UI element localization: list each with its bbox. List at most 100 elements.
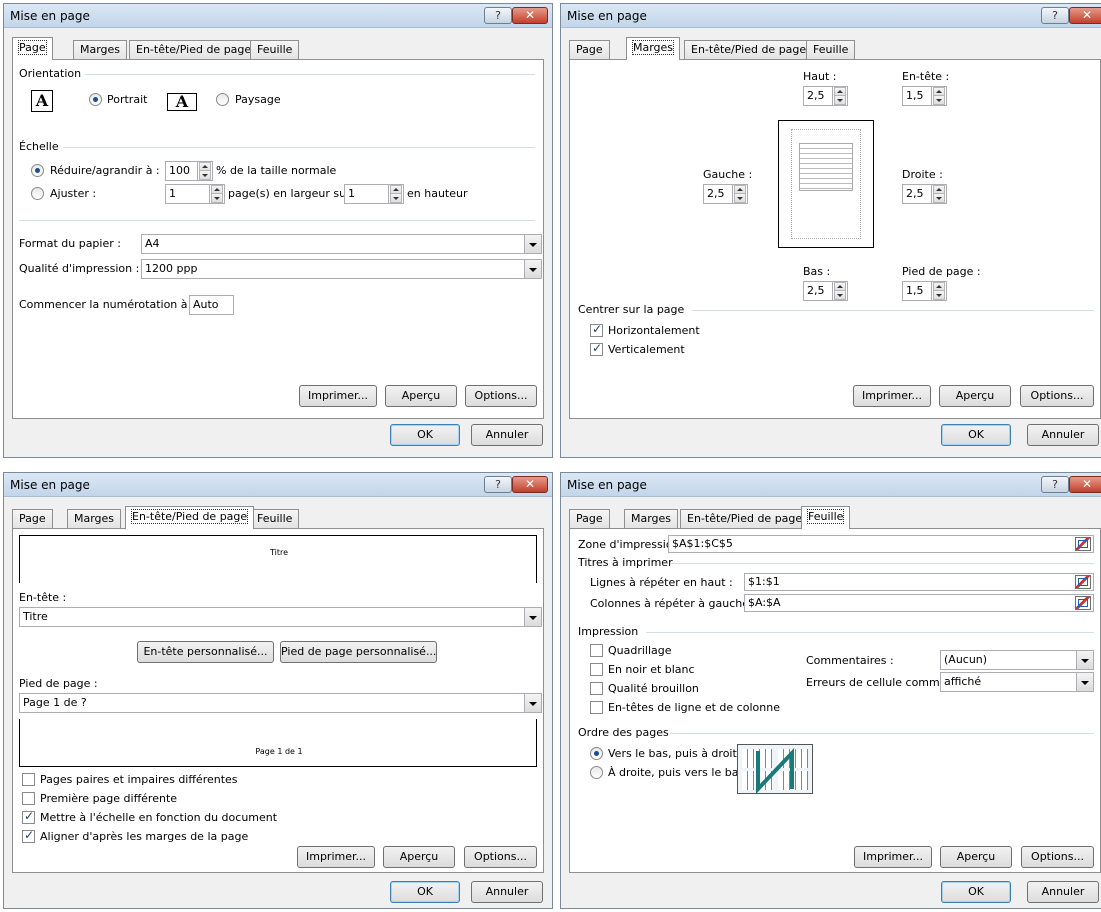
cancel-button[interactable]: Annuler (471, 424, 543, 446)
tab-page[interactable]: Page (12, 37, 53, 60)
options-button[interactable]: Options... (1020, 385, 1094, 407)
echelle-checkbox[interactable] (22, 809, 35, 824)
paysage-radio[interactable] (216, 93, 229, 106)
close-button[interactable]: ✕ (512, 476, 548, 493)
tab-marges[interactable]: Marges (626, 37, 681, 60)
paires-checkbox[interactable] (22, 773, 35, 786)
qualite-select[interactable]: 1200 ppp (141, 259, 525, 279)
ajuster-width-input[interactable]: 1 (165, 184, 210, 204)
preview-button[interactable]: Aperçu (940, 846, 1012, 868)
help-button[interactable]: ? (484, 7, 512, 24)
cancel-button[interactable]: Annuler (471, 881, 543, 903)
portrait-radio[interactable] (89, 93, 102, 106)
colonnes-input[interactable]: $A:$A (744, 594, 1094, 612)
gauche-input[interactable]: 2,5 (703, 184, 733, 204)
tab-feuille[interactable]: Feuille (801, 506, 851, 529)
tab-page[interactable]: Page (569, 509, 610, 528)
entete-perso-button[interactable]: En-tête personnalisé... (137, 641, 274, 663)
aligner-checkbox[interactable] (22, 828, 35, 843)
numerotation-input[interactable]: Auto (189, 295, 234, 315)
erreurs-select[interactable]: affiché (940, 672, 1077, 692)
preview-button[interactable]: Aperçu (383, 846, 455, 868)
help-button[interactable]: ? (1041, 476, 1069, 493)
brouillon-checkbox[interactable] (590, 682, 603, 695)
erreurs-dropdown-icon[interactable] (1077, 672, 1094, 692)
haut-spinner[interactable] (833, 86, 848, 106)
options-button[interactable]: Options... (465, 385, 537, 407)
close-button[interactable]: ✕ (1069, 7, 1101, 24)
entete-margin-spinner[interactable] (932, 86, 947, 106)
quadrillage-checkbox[interactable] (590, 644, 603, 657)
ajuster-radio[interactable] (31, 187, 44, 200)
close-button[interactable]: ✕ (512, 7, 548, 24)
premiere-checkbox[interactable] (22, 792, 35, 805)
droite-input[interactable]: 2,5 (902, 184, 932, 204)
entete-margin-input[interactable]: 1,5 (902, 86, 932, 106)
pied-margin-spinner[interactable] (932, 281, 947, 301)
cancel-button[interactable]: Annuler (1027, 424, 1099, 446)
tab-page[interactable]: Page (569, 40, 610, 59)
ordre-bas-radio[interactable] (590, 747, 603, 760)
options-button[interactable]: Options... (1021, 846, 1094, 868)
tab-marges[interactable]: Marges (624, 509, 679, 528)
noir-checkbox[interactable] (590, 663, 603, 676)
tab-marges[interactable]: Marges (67, 509, 122, 528)
tab-entete[interactable]: En-tête/Pied de page (125, 506, 255, 529)
droite-spinner[interactable] (932, 184, 947, 204)
entetes-checkbox[interactable] (590, 701, 603, 714)
ajuster-height-spinner[interactable] (389, 184, 404, 204)
zone-input[interactable]: $A$1:$C$5 (668, 535, 1094, 553)
cancel-button[interactable]: Annuler (1027, 881, 1099, 903)
ordre-droite-radio[interactable] (590, 766, 603, 779)
pied-margin-input[interactable]: 1,5 (902, 281, 932, 301)
pied-perso-button[interactable]: Pied de page personnalisé... (280, 641, 437, 663)
print-button[interactable]: Imprimer... (297, 846, 375, 868)
preview-button[interactable]: Aperçu (939, 385, 1011, 407)
zone-range-picker-icon[interactable] (1075, 537, 1091, 551)
pied-select[interactable]: Page 1 de ? (19, 693, 525, 713)
commentaires-select[interactable]: (Aucun) (940, 650, 1077, 670)
ajuster-height-input[interactable]: 1 (344, 184, 389, 204)
gauche-spinner[interactable] (733, 184, 748, 204)
close-button[interactable]: ✕ (1069, 476, 1101, 493)
help-button[interactable]: ? (484, 476, 512, 493)
tab-entete[interactable]: En-tête/Pied de page (129, 40, 259, 59)
ok-button[interactable]: OK (390, 424, 460, 446)
ok-button[interactable]: OK (941, 881, 1011, 903)
tab-marges[interactable]: Marges (73, 40, 128, 59)
reduire-input[interactable]: 100 (165, 161, 198, 181)
help-button[interactable]: ? (1041, 7, 1069, 24)
horizontalement-checkbox[interactable] (590, 322, 603, 337)
print-button[interactable]: Imprimer... (854, 846, 932, 868)
preview-button[interactable]: Aperçu (385, 385, 457, 407)
verticalement-checkbox[interactable] (590, 341, 603, 356)
bas-input[interactable]: 2,5 (803, 281, 833, 301)
entete-dropdown-icon[interactable] (525, 607, 542, 627)
tab-feuille[interactable]: Feuille (250, 509, 300, 528)
reduire-radio[interactable] (31, 164, 44, 177)
commentaires-dropdown-icon[interactable] (1077, 650, 1094, 670)
tab-entete[interactable]: En-tête/Pied de page (684, 40, 814, 59)
haut-input[interactable]: 2,5 (803, 86, 833, 106)
tab-feuille[interactable]: Feuille (250, 40, 300, 59)
pied-dropdown-icon[interactable] (525, 693, 542, 713)
options-button[interactable]: Options... (464, 846, 537, 868)
format-select[interactable]: A4 (141, 234, 525, 254)
ok-button[interactable]: OK (941, 424, 1011, 446)
tab-feuille[interactable]: Feuille (806, 40, 856, 59)
format-dropdown-icon[interactable] (525, 234, 542, 254)
ok-button[interactable]: OK (390, 881, 460, 903)
tab-entete[interactable]: En-tête/Pied de page (680, 509, 810, 528)
colonnes-range-picker-icon[interactable] (1075, 596, 1091, 610)
lignes-range-picker-icon[interactable] (1075, 575, 1091, 589)
print-button[interactable]: Imprimer... (299, 385, 377, 407)
noir-label: En noir et blanc (608, 663, 695, 676)
qualite-dropdown-icon[interactable] (525, 259, 542, 279)
bas-spinner[interactable] (833, 281, 848, 301)
print-button[interactable]: Imprimer... (853, 385, 931, 407)
tab-page[interactable]: Page (12, 509, 53, 528)
reduire-spinner[interactable] (198, 161, 213, 181)
entete-select[interactable]: Titre (19, 607, 525, 627)
ajuster-width-spinner[interactable] (210, 184, 225, 204)
lignes-input[interactable]: $1:$1 (744, 573, 1094, 591)
